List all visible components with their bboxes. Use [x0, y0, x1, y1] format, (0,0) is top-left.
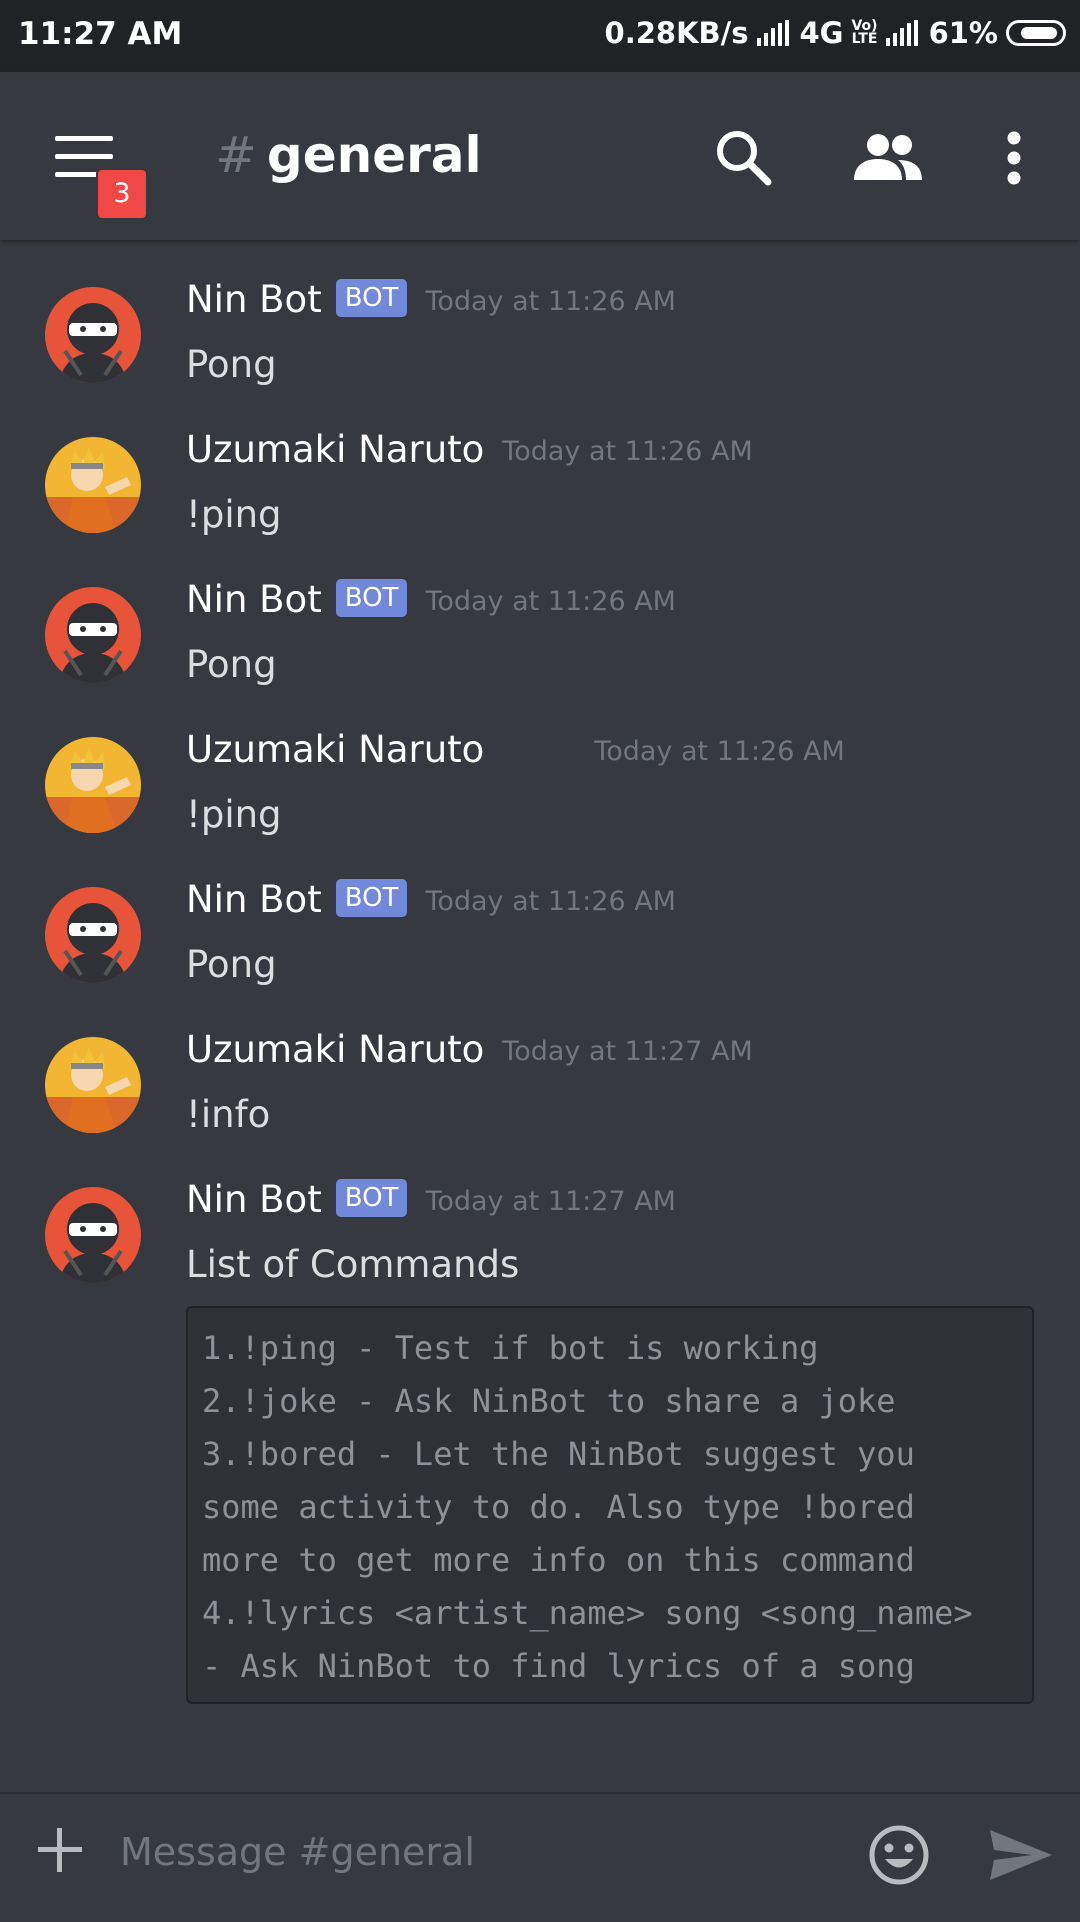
message-text: Pong: [186, 643, 277, 686]
signal-icon: [756, 20, 792, 46]
timestamp: Today at 11:26 AM: [425, 886, 676, 917]
code-line: 1.!ping - Test if bot is working: [202, 1329, 819, 1367]
bot-badge: BOT: [335, 278, 408, 317]
code-line: 4.!lyrics <artist_name> song <song_name>: [202, 1594, 973, 1632]
timestamp: Today at 11:27 AM: [502, 1036, 753, 1067]
emoji-icon[interactable]: [868, 1824, 930, 1886]
channel-name: general: [266, 126, 482, 184]
code-line: - Ask NinBot to find lyrics of a song: [202, 1647, 915, 1685]
message-text: !ping: [186, 493, 282, 536]
ninja-avatar[interactable]: [45, 587, 141, 683]
code-line: 2.!joke - Ask NinBot to share a joke: [202, 1382, 896, 1420]
message-author[interactable]: Uzumaki Naruto Today at 11:27 AM: [186, 1028, 753, 1071]
send-icon[interactable]: [988, 1828, 1054, 1882]
timestamp: Today at 11:26 AM: [425, 586, 676, 617]
notification-badge: 3: [96, 168, 148, 220]
code-block: 1.!ping - Test if bot is working 2.!joke…: [186, 1306, 1034, 1704]
message-author[interactable]: Uzumaki Naruto Today at 11:26 AM: [186, 728, 845, 771]
ninja-avatar[interactable]: [45, 287, 141, 383]
status-icons: 0.28KB/s 4G Vo) LTE 61%: [597, 16, 1066, 50]
code-line: more to get more info on this command: [202, 1541, 915, 1579]
signal-icon-2: [885, 20, 921, 46]
battery-percent: 61%: [928, 16, 998, 50]
message-text: List of Commands: [186, 1243, 520, 1286]
message-text: Pong: [186, 343, 277, 386]
bot-badge: BOT: [335, 578, 408, 617]
hash-icon: #: [215, 126, 257, 184]
message-composer: Message #general: [0, 1792, 1080, 1922]
ninja-avatar[interactable]: [45, 1187, 141, 1283]
more-options-icon[interactable]: [1004, 130, 1024, 186]
members-icon[interactable]: [852, 132, 924, 182]
message-author[interactable]: Nin Bot BOT Today at 11:26 AM: [186, 278, 676, 321]
message-list[interactable]: Nin Bot BOT Today at 11:26 AM Pong Uzumaki…: [0, 240, 1080, 1792]
message-text: !info: [186, 1093, 271, 1136]
timestamp: Today at 11:26 AM: [502, 436, 753, 467]
clock: 11:27 AM: [18, 16, 183, 52]
network-type: 4G: [799, 16, 844, 50]
message-text: Pong: [186, 943, 277, 986]
channel-header: 3 # general: [0, 72, 1080, 240]
add-attachment-icon[interactable]: [36, 1826, 84, 1874]
timestamp: Today at 11:27 AM: [425, 1186, 676, 1217]
channel-title: # general: [215, 126, 482, 184]
message-text: !ping: [186, 793, 282, 836]
volte-bottom: LTE: [851, 31, 878, 47]
volte-icon: Vo) LTE: [851, 19, 878, 47]
message-input[interactable]: Message #general: [120, 1816, 840, 1888]
bot-badge: BOT: [335, 878, 408, 917]
timestamp: Today at 11:26 AM: [425, 286, 676, 317]
naruto-avatar[interactable]: [45, 1037, 141, 1133]
message-author[interactable]: Nin Bot BOT Today at 11:26 AM: [186, 878, 676, 921]
code-line: 3.!bored - Let the NinBot suggest you: [202, 1435, 915, 1473]
net-speed: 0.28KB/s: [604, 16, 749, 50]
message-author[interactable]: Uzumaki Naruto Today at 11:26 AM: [186, 428, 753, 471]
status-bar: 11:27 AM 0.28KB/s 4G Vo) LTE 61%: [0, 0, 1080, 72]
message-author[interactable]: Nin Bot BOT Today at 11:27 AM: [186, 1178, 676, 1221]
message-author[interactable]: Nin Bot BOT Today at 11:26 AM: [186, 578, 676, 621]
battery-icon: [1006, 20, 1066, 46]
search-icon[interactable]: [714, 128, 772, 186]
timestamp: Today at 11:26 AM: [594, 736, 845, 767]
naruto-avatar[interactable]: [45, 437, 141, 533]
bot-badge: BOT: [335, 1178, 408, 1217]
ninja-avatar[interactable]: [45, 887, 141, 983]
naruto-avatar[interactable]: [45, 737, 141, 833]
code-line: some activity to do. Also type !bored: [202, 1488, 915, 1526]
